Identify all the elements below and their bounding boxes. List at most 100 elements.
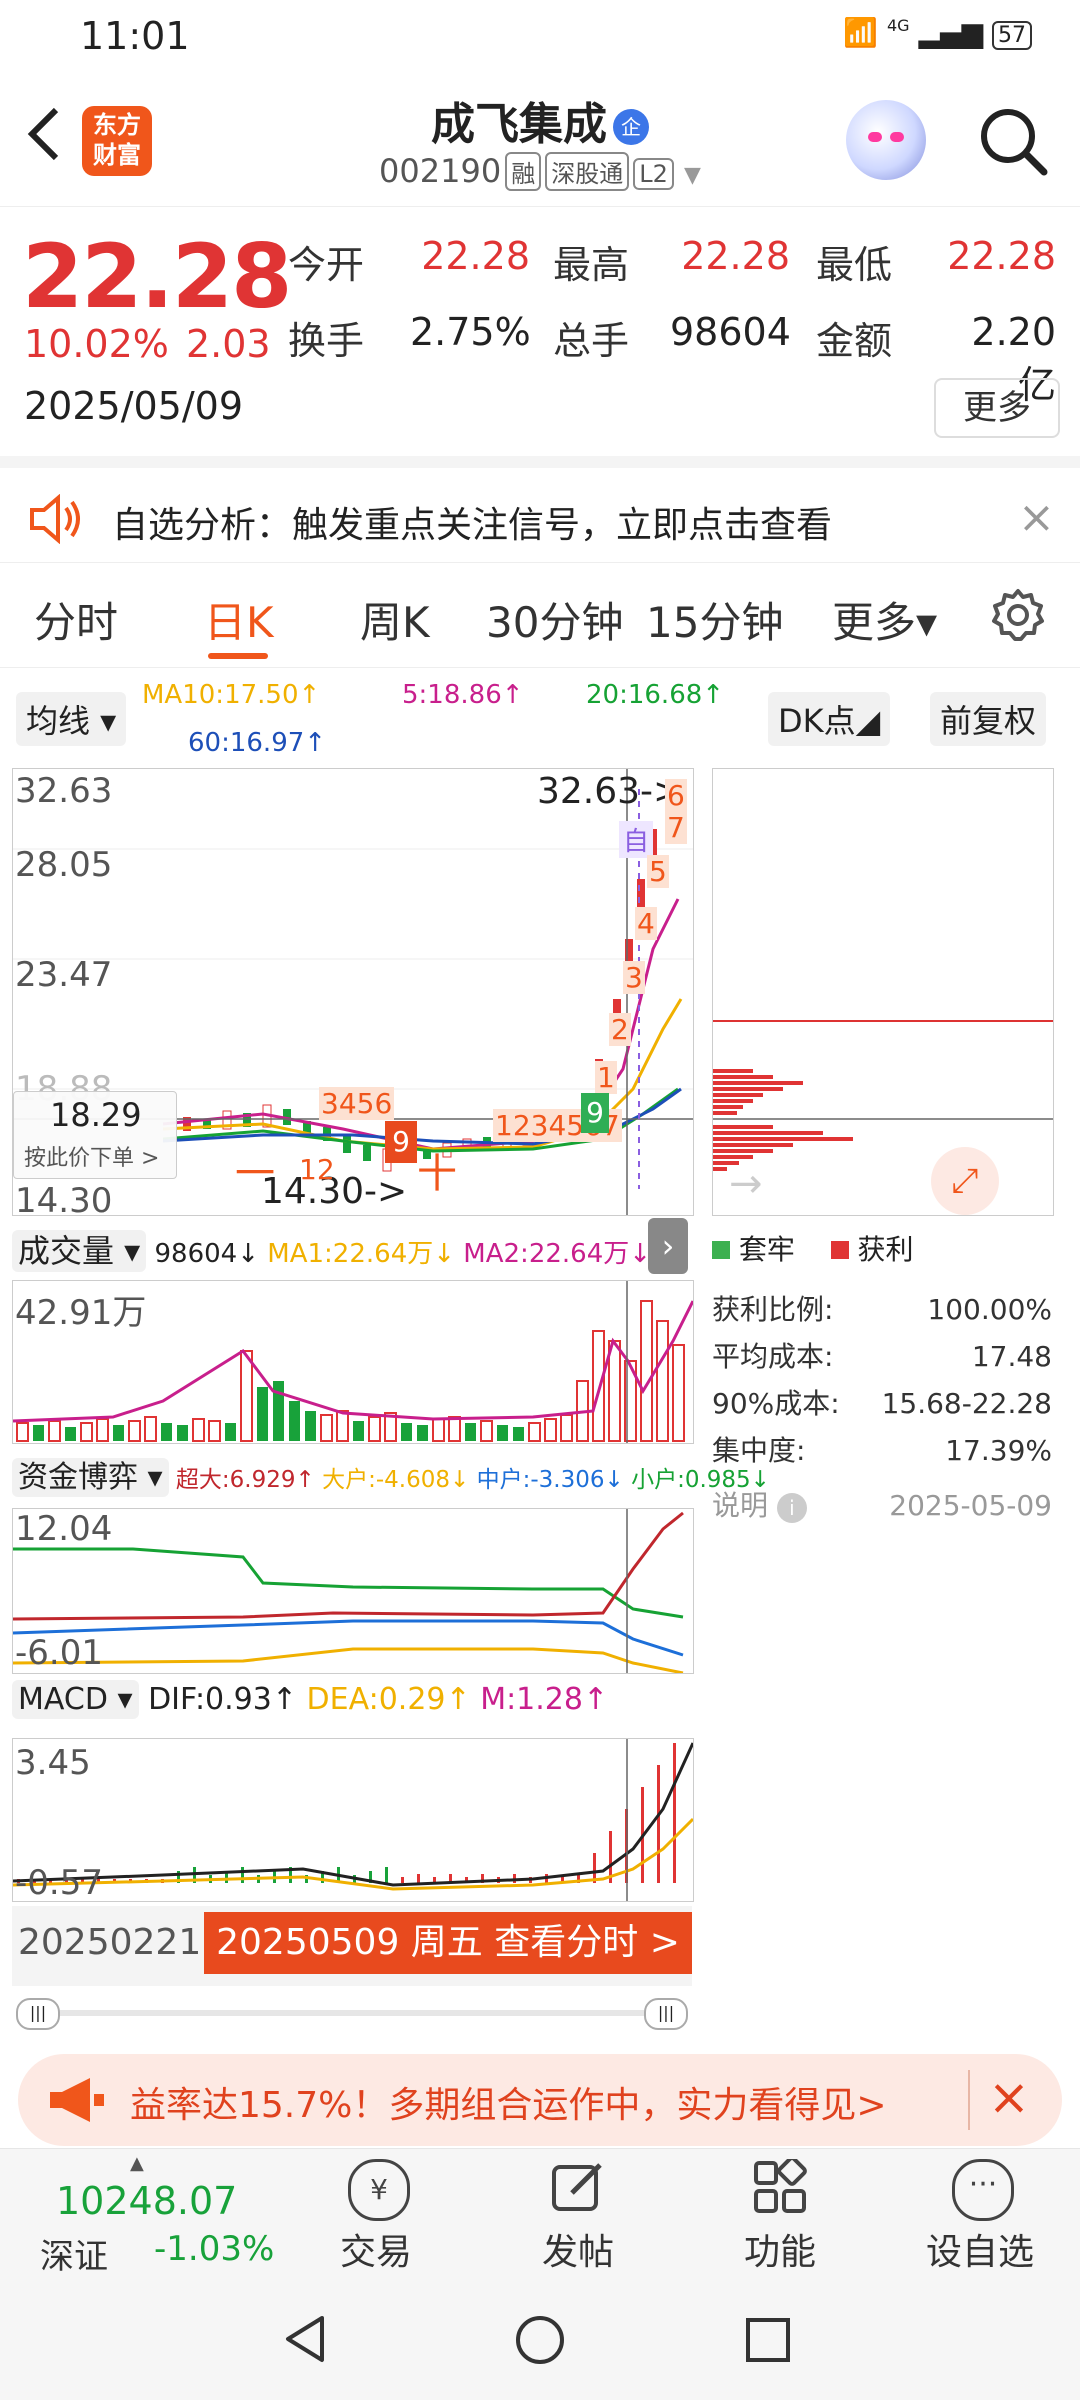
volume-bar [289, 1401, 300, 1441]
edit-icon [552, 2163, 602, 2211]
nav-recents-icon[interactable] [744, 2316, 792, 2364]
value-volume: 98604 [670, 310, 791, 354]
volume-bar [80, 1422, 93, 1442]
more-dots-icon: ··· [952, 2159, 1014, 2221]
change-percent: 10.02% [24, 322, 169, 366]
volume-bar [192, 1418, 205, 1442]
chip-svg [713, 1020, 1053, 1171]
macd-dea: DEA:0.29↑ [306, 1682, 471, 1717]
info-icon: i [776, 1493, 807, 1523]
macd-svg [12, 1739, 695, 1901]
early-seq2-labels: 12 [299, 1153, 335, 1186]
nav-trade-label: 交易 [339, 2232, 412, 2273]
tag-l2: L2 [633, 158, 674, 190]
tab-daily-k[interactable]: 日K [204, 589, 274, 650]
nav-post[interactable]: 发帖 [498, 2149, 658, 2279]
tab-more[interactable]: 更多▾ [832, 589, 937, 650]
search-icon [981, 109, 1048, 176]
ma-selector[interactable]: 均线 ▾ [16, 692, 127, 746]
nav-home-icon[interactable] [514, 2314, 566, 2366]
header: 东方 财富 成飞集成企 002190 融深股通 L2 ▼ [0, 72, 1080, 207]
megaphone-icon [46, 2076, 106, 2128]
settings-button[interactable] [990, 587, 1046, 647]
adjust-button[interactable]: 前复权 [930, 692, 1047, 746]
promo-close-icon[interactable]: × [988, 2068, 1030, 2126]
bottom-nav: ▲ 10248.07 深证 -1.03% ¥ 交易 发帖 功能 ··· 设自选 [0, 2148, 1080, 2279]
nav-add-watchlist[interactable]: ··· 设自选 [900, 2149, 1060, 2279]
fund-selector[interactable]: 资金博弈 ▾ [12, 1458, 169, 1497]
index-value[interactable]: 10248.07 [56, 2179, 237, 2223]
close-icon[interactable]: × [1018, 492, 1055, 543]
tab-weekly-k[interactable]: 周K [360, 589, 430, 650]
volume-chart[interactable]: 42.91万 [12, 1280, 695, 1444]
nav-features[interactable]: 功能 [700, 2149, 860, 2279]
legend-loss: 套牢 [738, 1233, 795, 1266]
battery-icon: 57 [992, 21, 1032, 50]
status-time: 11:01 [80, 14, 190, 58]
macd-chart[interactable]: 3.45 -0.57 [12, 1738, 695, 1903]
volume-bar [432, 1418, 445, 1442]
dk-point-button[interactable]: DK点◢ [768, 692, 891, 746]
td-nine-green: 9 [581, 1093, 609, 1133]
promo-text: 益率达15.7%！多期组合运作中，实力看得见> [130, 2085, 887, 2126]
fund-svg [12, 1509, 684, 1675]
volume-selector[interactable]: 成交量 ▾ [12, 1230, 147, 1272]
tab-15min[interactable]: 15分钟 [646, 589, 783, 650]
search-button[interactable] [978, 106, 1048, 176]
fund-chart[interactable]: 12.04 -6.01 [12, 1508, 694, 1675]
nav-post-label: 发帖 [541, 2232, 614, 2273]
volume-bar [33, 1425, 44, 1441]
enterprise-badge: 企 [613, 109, 649, 145]
volume-bar [480, 1420, 493, 1442]
chip-distribution-chart[interactable]: → ⤢ [712, 768, 1054, 1216]
fund-y-bottom: -6.01 [15, 1633, 103, 1673]
nav-add-watchlist-label: 设自选 [925, 2232, 1034, 2273]
volume-bar [497, 1425, 508, 1441]
analysis-text: 自选分析：触发重点关注信号，立即点击查看 [112, 505, 833, 546]
volume-bar [16, 1422, 29, 1442]
seq-label-4: 4 [635, 907, 657, 940]
range-track [16, 2010, 688, 2016]
active-tab-underline [208, 653, 268, 659]
volume-bar [465, 1423, 476, 1441]
expand-icon[interactable]: ⤢ [931, 1147, 999, 1215]
value-open: 22.28 [421, 234, 530, 278]
macd-dif: DIF:0.93↑ [148, 1682, 297, 1717]
nav-back-icon[interactable] [282, 2314, 332, 2364]
range-handle-left[interactable]: ||| [16, 1998, 60, 2030]
signal-icon: ▂▄▆ [918, 16, 984, 49]
expand-panel-button[interactable]: › [648, 1218, 688, 1274]
chip-note-label: 说明 [712, 1489, 769, 1522]
promo-banner[interactable]: 益率达15.7%！多期组合运作中，实力看得见> × [18, 2054, 1062, 2146]
macd-selector[interactable]: MACD ▾ [12, 1680, 139, 1719]
range-handle-right[interactable]: ||| [644, 1998, 688, 2030]
analysis-banner[interactable]: 自选分析：触发重点关注信号，立即点击查看 × [0, 456, 1080, 574]
range-slider[interactable]: ||| ||| [16, 1998, 688, 2030]
label-low: 最低 [816, 243, 893, 287]
volume-bar [225, 1423, 236, 1441]
seq-label-1: 1 [595, 1061, 617, 1094]
arrow-right-icon[interactable]: → [729, 1161, 763, 1207]
tag-connect: 深股通 [545, 152, 630, 191]
tab-30min[interactable]: 30分钟 [486, 589, 623, 650]
volume-bar [208, 1420, 221, 1442]
kline-chart[interactable]: 32.63 28.05 23.47 18.88 14.30 32.63-> 14… [12, 768, 694, 1221]
cursor-price-box[interactable]: 18.29 按此价下单 > [13, 1091, 177, 1179]
view-minute-button[interactable]: 20250509 周五 查看分时 > [204, 1912, 692, 1974]
volume-bar [528, 1422, 541, 1442]
volume-y-top: 42.91万 [15, 1293, 147, 1333]
index-name[interactable]: 深证 [40, 2229, 108, 2278]
macd-y-top: 3.45 [15, 1743, 91, 1783]
grid-icon [754, 2159, 807, 2213]
robot-assistant-icon[interactable] [846, 100, 926, 180]
speaker-icon [26, 493, 86, 545]
nav-features-label: 功能 [743, 2232, 816, 2273]
fund-y-top: 12.04 [15, 1509, 113, 1549]
volume-header: 成交量 ▾ 98604↓ MA1:22.64万↓ MA2:22.64万↓ [12, 1226, 651, 1272]
more-button[interactable]: 更多 [934, 378, 1060, 438]
tab-minute[interactable]: 分时 [34, 589, 118, 650]
change-value: 2.03 [186, 322, 271, 366]
fund-line-super [12, 1511, 684, 1621]
nav-trade[interactable]: ¥ 交易 [296, 2149, 456, 2279]
y-label-2: 28.05 [15, 845, 113, 885]
